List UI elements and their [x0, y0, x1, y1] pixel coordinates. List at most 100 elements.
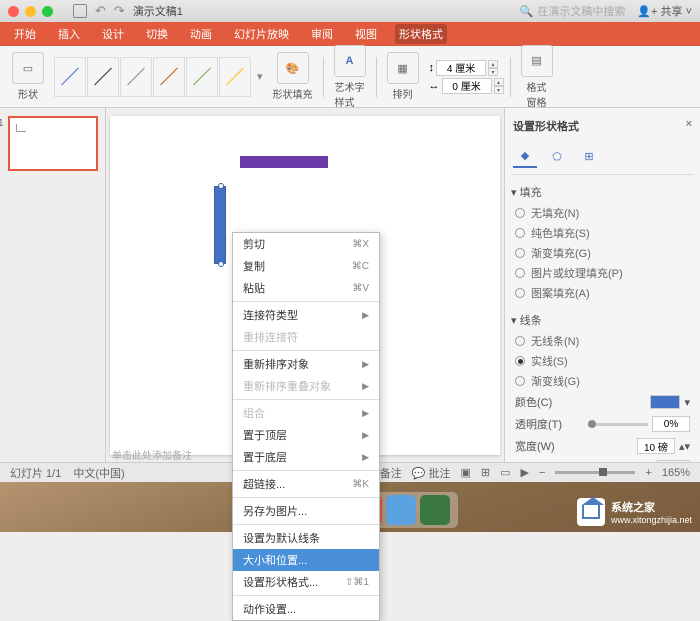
zoom-value[interactable]: 165%: [662, 467, 690, 479]
line-gradient[interactable]: 渐变线(G): [511, 371, 694, 391]
tab-view[interactable]: 视图: [351, 24, 381, 44]
watermark-logo: [577, 498, 605, 526]
gallery-more[interactable]: ▾: [257, 70, 263, 83]
line-section-title[interactable]: ▾ 线条: [511, 309, 694, 331]
shape-rectangle-purple[interactable]: [240, 156, 328, 168]
opacity-input[interactable]: [652, 416, 690, 432]
cm-save-as-picture[interactable]: 另存为图片...: [233, 500, 379, 522]
line-color-picker[interactable]: [650, 395, 680, 409]
color-label: 颜色(C): [515, 394, 552, 410]
cm-action-settings[interactable]: 动作设置...: [233, 598, 379, 620]
cm-cut[interactable]: 剪切⌘X: [233, 233, 379, 255]
tab-size[interactable]: ⊞: [577, 144, 601, 168]
save-icon[interactable]: [73, 4, 87, 18]
tab-design[interactable]: 设计: [98, 24, 128, 44]
format-pane-button[interactable]: ▤: [521, 45, 553, 77]
cm-bring-front[interactable]: 置于顶层▶: [233, 424, 379, 446]
slide-count: 幻灯片 1/1: [10, 465, 61, 481]
watermark-name: 系统之家: [611, 499, 692, 515]
tab-review[interactable]: 审阅: [307, 24, 337, 44]
tab-insert[interactable]: 插入: [54, 24, 84, 44]
cm-connector-type[interactable]: 连接符类型▶: [233, 304, 379, 326]
height-input[interactable]: [436, 60, 486, 76]
width-input[interactable]: [442, 78, 492, 94]
shapes-gallery[interactable]: ▭: [12, 52, 44, 84]
cm-default-line[interactable]: 设置为默认线条: [233, 527, 379, 549]
width-up[interactable]: ▴: [494, 78, 504, 86]
watermark-url: www.xitongzhijia.net: [611, 515, 692, 525]
cm-group: 组合▶: [233, 402, 379, 424]
ribbon-tabs: 开始 插入 设计 切换 动画 幻灯片放映 审阅 视图 形状格式: [0, 22, 700, 46]
tab-home[interactable]: 开始: [10, 24, 40, 44]
height-icon: ↕: [429, 62, 435, 74]
minimize-window[interactable]: [25, 6, 36, 17]
format-shape-panel: 设置形状格式× ◆ ⬠ ⊞ ▾ 填充 无填充(N) 纯色填充(S) 渐变填充(G…: [504, 108, 700, 463]
cm-send-back[interactable]: 置于底层▶: [233, 446, 379, 468]
arrange-button[interactable]: ▦: [387, 52, 419, 84]
cm-paste[interactable]: 粘贴⌘V: [233, 277, 379, 299]
context-menu: 剪切⌘X 复制⌘C 粘贴⌘V 连接符类型▶ 重排连接符 重新排序对象▶ 重新排序…: [232, 232, 380, 621]
fill-none[interactable]: 无填充(N): [511, 203, 694, 223]
search-input[interactable]: 在演示文稿中搜索: [537, 3, 625, 19]
dock-app-6[interactable]: [420, 495, 450, 525]
cm-reorder[interactable]: 重新排序对象▶: [233, 353, 379, 375]
search-icon: 🔍: [520, 5, 534, 18]
tab-animation[interactable]: 动画: [186, 24, 216, 44]
fill-pattern[interactable]: 图案填充(A): [511, 283, 694, 303]
width-icon: ↔: [429, 80, 440, 92]
close-window[interactable]: [8, 6, 19, 17]
width-spin[interactable]: ▴▾: [679, 440, 690, 453]
arrange-label: 排列: [393, 86, 413, 101]
cm-copy[interactable]: 复制⌘C: [233, 255, 379, 277]
cm-size-position[interactable]: 大小和位置...: [233, 549, 379, 571]
line-none[interactable]: 无线条(N): [511, 331, 694, 351]
tab-fill-line[interactable]: ◆: [513, 144, 537, 168]
line-style-gallery[interactable]: [54, 57, 251, 97]
cm-reorder-overlap: 重新排序重叠对象▶: [233, 375, 379, 397]
view-reading[interactable]: ▭: [500, 466, 510, 479]
view-slideshow[interactable]: ▶: [521, 466, 529, 479]
panel-close[interactable]: ×: [686, 118, 692, 134]
format-pane-label: 格式 窗格: [527, 79, 547, 109]
tab-transition[interactable]: 切换: [142, 24, 172, 44]
width-label: 宽度(W): [515, 438, 555, 454]
shape-line-selected[interactable]: [214, 186, 226, 264]
color-dropdown[interactable]: ▾: [684, 396, 690, 409]
slide-thumb-1[interactable]: 1: [8, 116, 98, 171]
cm-reroute: 重排连接符: [233, 326, 379, 348]
shape-fill[interactable]: 🎨: [277, 52, 309, 84]
wordart-styles[interactable]: A: [334, 45, 366, 77]
maximize-window[interactable]: [42, 6, 53, 17]
shape-fill-label: 形状填充: [273, 86, 313, 101]
document-title: 演示文稿1: [133, 3, 183, 19]
cm-format-shape[interactable]: 设置形状格式...⇧⌘1: [233, 571, 379, 593]
height-up[interactable]: ▴: [488, 60, 498, 68]
fill-picture[interactable]: 图片或纹理填充(P): [511, 263, 694, 283]
share-button[interactable]: 👤+ 共享 ˅: [637, 3, 692, 19]
view-normal[interactable]: ▣: [460, 466, 470, 479]
notes-placeholder[interactable]: 单击此处添加备注: [112, 447, 192, 462]
height-down[interactable]: ▾: [488, 68, 498, 76]
fill-solid[interactable]: 纯色填充(S): [511, 223, 694, 243]
width-down[interactable]: ▾: [494, 86, 504, 94]
language[interactable]: 中文(中国): [73, 465, 124, 481]
undo-icon[interactable]: ↶: [95, 3, 106, 19]
fill-gradient[interactable]: 渐变填充(G): [511, 243, 694, 263]
cm-hyperlink[interactable]: 超链接...⌘K: [233, 473, 379, 495]
view-sorter[interactable]: ⊞: [481, 466, 490, 479]
comments-toggle[interactable]: 💬 批注: [412, 465, 451, 481]
tab-slideshow[interactable]: 幻灯片放映: [230, 24, 293, 44]
zoom-out[interactable]: −: [539, 467, 545, 479]
zoom-in[interactable]: +: [645, 467, 651, 479]
tab-effects[interactable]: ⬠: [545, 144, 569, 168]
tab-shape-format[interactable]: 形状格式: [395, 24, 447, 44]
zoom-slider[interactable]: [555, 471, 635, 474]
line-solid[interactable]: 实线(S): [511, 351, 694, 371]
dock-app-5[interactable]: [386, 495, 416, 525]
redo-icon[interactable]: ↷: [114, 3, 125, 19]
ribbon: ▭ 形状 ▾ 🎨 形状填充 A 艺术字 样式 ▦ 排列 ↕ ▴▾ ↔ ▴▾: [0, 46, 700, 108]
fill-section-title[interactable]: ▾ 填充: [511, 181, 694, 203]
slide-thumbnails: 1: [0, 108, 106, 463]
opacity-slider[interactable]: [588, 423, 648, 426]
line-width-input[interactable]: [637, 438, 675, 454]
